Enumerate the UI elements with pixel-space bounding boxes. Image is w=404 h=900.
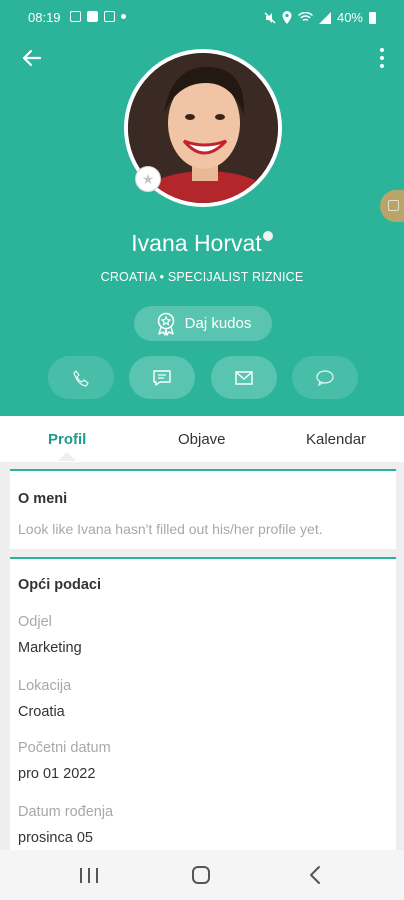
field-label-odjel: Odjel [18,614,52,630]
mail-icon [235,370,253,385]
profile-name: Ivana Horvat [131,230,262,256]
gallery-icon [104,11,115,22]
field-value-odjel: Marketing [18,640,82,656]
field-value-start-date: pro 01 2022 [18,766,96,782]
presence-dot [262,231,273,241]
status-time: 08:19 [28,10,61,25]
status-bar: 08:19 40% [0,0,404,34]
general-info-card: Opći podaci Odjel Marketing Lokacija Cro… [10,557,396,857]
active-tab-indicator [58,452,76,461]
tab-objave[interactable]: Objave [178,431,226,448]
award-icon [157,312,174,336]
mute-icon [264,12,276,23]
video-icon [87,11,98,22]
battery-icon [369,11,376,24]
chat-icon [153,369,171,386]
field-label-lokacija: Lokacija [18,678,72,694]
comment-icon [316,369,334,386]
tab-profil[interactable]: Profil [48,431,86,448]
star-icon: ★ [135,166,161,192]
side-video-tab[interactable] [380,190,404,222]
system-nav-bar [0,850,404,900]
about-title: O meni [18,491,68,507]
nav-back-icon[interactable] [308,865,322,885]
email-button[interactable] [211,356,277,399]
notification-dot [121,14,126,19]
signal-icon [318,11,331,24]
give-kudos-label: Daj kudos [184,315,252,332]
field-label-start-date: Početni datum [18,740,111,756]
home-icon[interactable] [192,866,210,884]
field-label-birthday: Datum rođenja [18,804,114,820]
comment-button[interactable] [292,356,358,399]
field-value-lokacija: Croatia [18,704,65,720]
video-icon [388,200,399,211]
back-arrow-icon[interactable] [18,44,46,72]
battery-percent: 40% [336,10,363,25]
profile-name-row: Ivana Horvat [0,230,404,257]
tab-kalendar[interactable]: Kalendar [306,431,366,448]
call-button[interactable] [48,356,114,399]
recent-apps-icon[interactable] [80,868,98,883]
image-icon [70,11,81,22]
more-options-icon[interactable] [376,46,388,70]
wifi-icon [297,11,313,21]
chat-button[interactable] [129,356,195,399]
give-kudos-button[interactable]: Daj kudos [134,306,272,341]
field-value-birthday: prosinca 05 [18,830,93,846]
location-icon [282,11,292,24]
about-text: Look like Ivana hasn't filled out his/he… [18,521,323,537]
general-title: Opći podaci [18,577,101,593]
profile-subtitle: CROATIA • SPECIJALIST RIZNICE [100,270,304,284]
about-card: O meni Look like Ivana hasn't filled out… [10,469,396,549]
phone-icon [73,369,89,387]
